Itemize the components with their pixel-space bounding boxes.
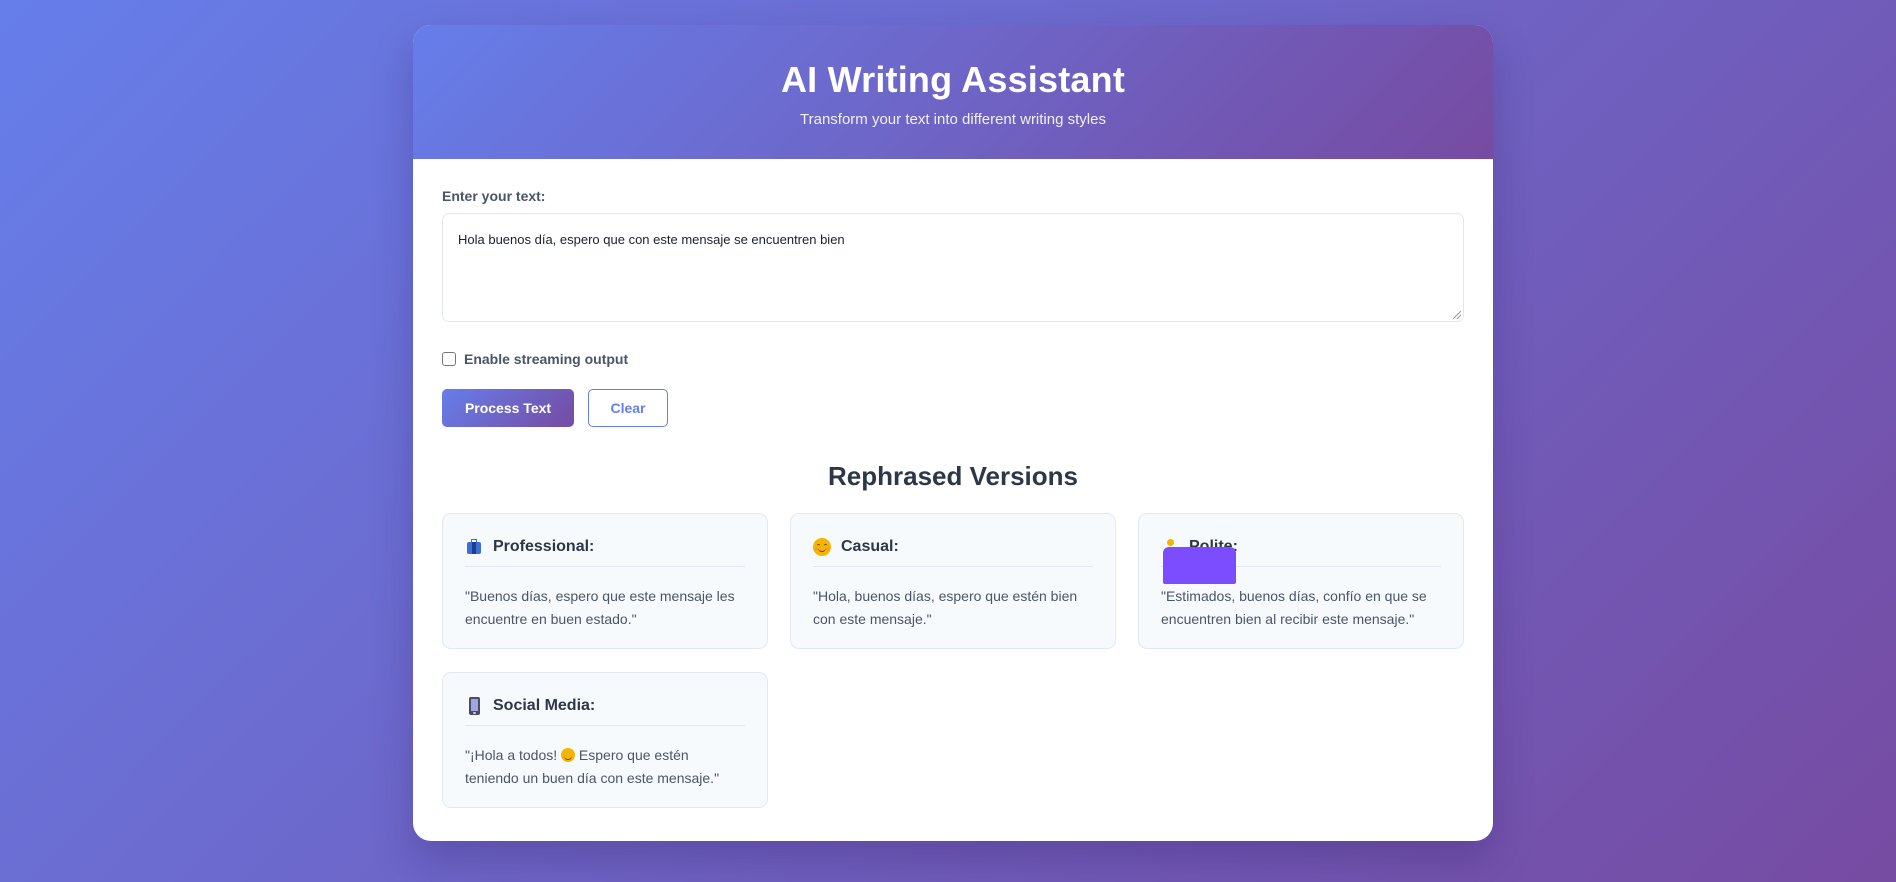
smiling-face-icon [561, 748, 576, 762]
result-text-segment: Espero que estén [575, 747, 689, 763]
results-grid: Professional: "Buenos días, espero que e… [442, 513, 1464, 808]
streaming-checkbox[interactable] [442, 352, 456, 366]
process-text-button[interactable]: Process Text [442, 389, 574, 427]
result-text-line: "Hola, buenos días, espero que estén bie… [813, 588, 1078, 604]
smiling-face-icon [813, 538, 831, 556]
page-subtitle: Transform your text into different writi… [800, 111, 1106, 128]
result-card-professional: Professional: "Buenos días, espero que e… [442, 513, 768, 649]
result-text-line: "Buenos días, espero que este mensaje le… [465, 588, 735, 604]
text-input-value: Hola buenos día, espero que con este men… [458, 232, 845, 247]
result-text: "¡Hola a todos! Espero que estén teniend… [465, 744, 745, 790]
text-input[interactable]: Hola buenos día, espero que con este men… [442, 213, 1464, 322]
page-title: AI Writing Assistant [780, 59, 1126, 100]
results-title: Rephrased Versions [828, 461, 1078, 491]
result-style-label: Social Media: [493, 697, 596, 714]
resize-handle[interactable] [1453, 311, 1461, 319]
result-text-line: con este mensaje." [813, 611, 932, 627]
action-buttons: Process Text Clear [442, 389, 1464, 427]
result-text-line: encuentren bien al recibir este mensaje.… [1161, 611, 1415, 627]
result-text: "Estimados, buenos días, confío en que s… [1161, 585, 1441, 631]
bowing-person-icon [1161, 538, 1236, 584]
mobile-phone-icon [465, 697, 483, 715]
result-style-label: Casual: [841, 538, 899, 555]
result-text-line: "Estimados, buenos días, confío en que s… [1161, 588, 1427, 604]
result-text: "Hola, buenos días, espero que estén bie… [813, 585, 1093, 631]
result-card-header: Social Media: [465, 695, 745, 726]
text-input-label: Enter your text: [442, 188, 546, 204]
result-card-header: Polite: [1161, 536, 1441, 584]
app-card: AI Writing Assistant Transform your text… [413, 25, 1493, 841]
app-header: AI Writing Assistant Transform your text… [413, 25, 1493, 159]
result-card-header: Casual: [813, 536, 1093, 567]
result-text-line: teniendo un buen día con este mensaje." [465, 770, 720, 786]
streaming-checkbox-label[interactable]: Enable streaming output [464, 351, 628, 367]
result-text-line: encuentre en buen estado." [465, 611, 637, 627]
result-card-polite: Polite: "Estimados, buenos días, confío … [1138, 513, 1464, 649]
clear-button[interactable]: Clear [588, 389, 668, 427]
result-text-segment: "¡Hola a todos! [465, 747, 562, 763]
result-text-line: "¡Hola a todos! Espero que estén [465, 744, 745, 767]
result-card-header: Professional: [465, 536, 745, 567]
streaming-option[interactable]: Enable streaming output [442, 349, 1464, 369]
briefcase-icon [465, 538, 483, 556]
result-text: "Buenos días, espero que este mensaje le… [465, 585, 745, 631]
result-card-social-media: Social Media: "¡Hola a todos! Espero que… [442, 672, 768, 808]
result-style-label: Professional: [493, 538, 595, 555]
result-card-casual: Casual: "Hola, buenos días, espero que e… [790, 513, 1116, 649]
main-content: Enter your text: Hola buenos día, espero… [413, 159, 1493, 808]
